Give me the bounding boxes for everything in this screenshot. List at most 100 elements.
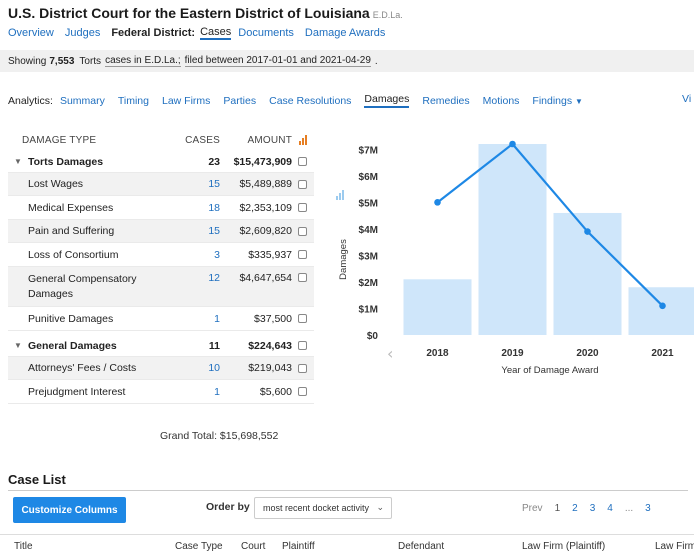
collapse-triangle-icon[interactable]: ▼ (8, 157, 28, 166)
tab-summary[interactable]: Summary (60, 95, 105, 107)
checkbox[interactable] (297, 157, 307, 166)
damage-amount: $37,500 (254, 312, 292, 325)
damage-amount: $2,353,109 (239, 201, 292, 214)
checkbox[interactable] (297, 363, 307, 373)
group-amount: $224,643 (248, 339, 292, 352)
pager-ellipsis: ... (624, 503, 634, 514)
damage-label: Pain and Suffering (28, 225, 115, 237)
header-amount[interactable]: AMOUNT (220, 135, 292, 146)
y-tick-label: $0 (367, 331, 379, 342)
x-tick-label: 2020 (576, 348, 599, 359)
col-title[interactable]: Title (14, 541, 33, 552)
nav-damage-awards[interactable]: Damage Awards (305, 27, 386, 39)
header-damage-type[interactable]: DAMAGE TYPE (8, 135, 168, 146)
damage-row: Prejudgment Interest 1 $5,600 (8, 380, 314, 404)
tab-motions[interactable]: Motions (483, 95, 520, 107)
pager-page-1[interactable]: 1 (555, 503, 561, 514)
order-by-select[interactable]: most recent docket activity ⌄ (254, 497, 392, 519)
tab-damages[interactable]: Damages (364, 93, 410, 108)
damage-row: Lost Wages 15 $5,489,889 (8, 173, 314, 196)
col-case-type[interactable]: Case Type (175, 541, 223, 552)
damage-group-row[interactable]: ▼ Torts Damages 23 $15,473,909 (8, 151, 314, 173)
col-plaintiff[interactable]: Plaintiff (282, 541, 315, 552)
damage-cases-link[interactable]: 12 (168, 267, 220, 284)
filter-summary-bar: Showing 7,553 Torts cases in E.D.La.; fi… (0, 50, 694, 72)
case-list-title: Case List (8, 472, 66, 487)
y-axis-label: Damages (338, 239, 349, 280)
chart-point (434, 199, 441, 206)
filter-category[interactable]: Torts (79, 56, 101, 67)
chevron-down-icon: ▼ (575, 96, 583, 106)
damage-cases-link[interactable]: 10 (168, 362, 220, 374)
col-law-firm-plaintiff[interactable]: Law Firm (Plaintiff) (522, 541, 605, 552)
damage-label: Loss of Consortium (28, 248, 119, 261)
damage-amount: $2,609,820 (239, 225, 292, 237)
analytics-label: Analytics: (8, 94, 53, 107)
damage-label-line2: Damages (28, 287, 73, 300)
group-amount: $15,473,909 (233, 155, 292, 168)
col-law-firm[interactable]: Law Firm (655, 541, 694, 552)
damage-label: Lost Wages (28, 178, 84, 190)
damage-label: Medical Expenses (28, 201, 114, 214)
checkbox[interactable] (297, 226, 307, 236)
customize-columns-button[interactable]: Customize Columns (13, 497, 126, 523)
y-tick-label: $1M (359, 304, 378, 315)
federal-district-label: Federal District: (111, 27, 196, 39)
damage-cases-link[interactable]: 1 (168, 386, 220, 398)
tab-parties[interactable]: Parties (223, 95, 256, 107)
damage-cases-link[interactable]: 3 (168, 249, 220, 261)
damage-table: DAMAGE TYPE CASES AMOUNT ▼ Torts Damages … (8, 129, 314, 404)
pager-page-4[interactable]: 4 (607, 503, 613, 514)
checkbox[interactable] (297, 341, 307, 350)
col-defendant[interactable]: Defendant (398, 541, 444, 552)
tab-law-firms[interactable]: Law Firms (162, 95, 210, 107)
order-by-value: most recent docket activity (263, 503, 370, 513)
nav-documents[interactable]: Documents (238, 27, 294, 39)
collapse-triangle-icon[interactable]: ▼ (8, 341, 28, 350)
filter-date-range[interactable]: filed between 2017-01-01 and 2021-04-29 (184, 55, 371, 67)
nav-overview[interactable]: Overview (8, 27, 54, 39)
checkbox[interactable] (297, 273, 307, 282)
damage-cases-link[interactable]: 1 (168, 313, 220, 325)
pagination: Prev 1 2 3 4 ... 3 (522, 503, 663, 514)
grand-total: Grand Total: $15,698,552 (160, 430, 279, 442)
damage-row: Attorneys' Fees / Costs 10 $219,043 (8, 357, 314, 380)
chart-bar (628, 287, 694, 335)
damage-label: Attorneys' Fees / Costs (28, 362, 137, 374)
group-cases: 11 (208, 339, 220, 352)
damage-group-row[interactable]: ▼ General Damages 11 $224,643 (8, 335, 314, 357)
bar-chart-icon[interactable] (292, 135, 312, 145)
filter-scope[interactable]: cases in E.D.La.; (105, 55, 181, 67)
damage-amount: $5,489,889 (239, 178, 292, 190)
filter-dot: . (374, 55, 378, 67)
checkbox[interactable] (297, 203, 307, 212)
chart-point (584, 228, 591, 235)
header-cases[interactable]: CASES (168, 135, 220, 146)
tab-findings[interactable]: Findings ▼ (532, 95, 583, 107)
checkbox[interactable] (297, 250, 307, 259)
tab-remedies[interactable]: Remedies (422, 95, 469, 107)
damage-cases-link[interactable]: 18 (168, 202, 220, 214)
pager-page-last[interactable]: 3 (645, 503, 651, 514)
checkbox[interactable] (297, 179, 307, 189)
tab-timing[interactable]: Timing (118, 95, 149, 107)
showing-prefix: Showing (8, 55, 47, 67)
tab-overflow[interactable]: Vi (682, 93, 691, 105)
pager-prev[interactable]: Prev (522, 503, 543, 514)
y-tick-label: $7M (359, 145, 378, 156)
damage-cases-link[interactable]: 15 (168, 225, 220, 237)
case-table-header: Title Case Type Court Plaintiff Defendan… (0, 534, 694, 558)
damage-row: Pain and Suffering 15 $2,609,820 (8, 220, 314, 243)
pager-page-3[interactable]: 3 (590, 503, 596, 514)
damage-table-header: DAMAGE TYPE CASES AMOUNT (8, 129, 314, 151)
divider (8, 490, 688, 491)
col-court[interactable]: Court (241, 541, 265, 552)
nav-judges[interactable]: Judges (65, 27, 100, 39)
checkbox[interactable] (297, 314, 307, 323)
nav-cases[interactable]: Cases (200, 26, 232, 40)
damage-cases-link[interactable]: 15 (168, 178, 220, 190)
chevron-left-icon[interactable]: ‹ (387, 344, 393, 363)
tab-case-resolutions[interactable]: Case Resolutions (269, 95, 351, 107)
checkbox[interactable] (297, 387, 307, 396)
pager-page-2[interactable]: 2 (572, 503, 578, 514)
